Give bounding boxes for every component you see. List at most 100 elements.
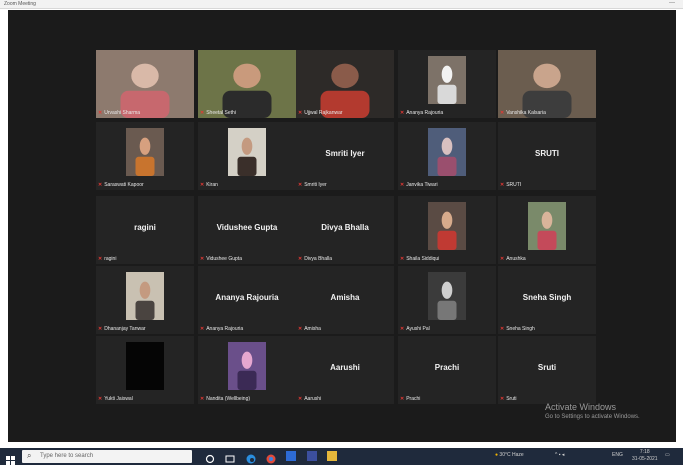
system-tray-icons[interactable]: ^ ▪ ◂ <box>555 452 564 458</box>
volume-icon[interactable]: ◂ <box>562 452 565 458</box>
watermark-subtitle: Go to Settings to activate Windows. <box>545 414 640 420</box>
mic-muted-icon: ✕ <box>298 396 303 402</box>
participant-display-name: ragini <box>134 223 156 232</box>
language-indicator[interactable]: ENG <box>612 452 623 458</box>
participant-video <box>126 272 164 320</box>
task-view-icon[interactable] <box>225 451 235 463</box>
participant-name-tag: ✕ Sneha Singh <box>500 326 535 332</box>
participant-tile[interactable]: Amisha ✕ Amisha <box>296 266 394 334</box>
participant-display-name: Divya Bhalla <box>321 223 369 232</box>
mic-muted-icon: ✕ <box>200 256 205 262</box>
participant-name-tag: ✕ Shaila Siddiqui <box>400 256 439 262</box>
participant-video <box>228 128 266 176</box>
mic-muted-icon: ✕ <box>500 326 505 332</box>
mic-muted-icon: ✕ <box>400 256 405 262</box>
cortana-icon[interactable] <box>205 451 215 464</box>
participant-tile[interactable]: ✕ Sheetal Sethi <box>198 50 296 118</box>
taskbar-search-input[interactable]: ⌕ Type here to search <box>22 450 192 463</box>
participant-name: Saraswati Kapoor <box>104 182 144 188</box>
participant-video <box>198 50 296 118</box>
chevron-up-icon[interactable]: ^ <box>555 452 557 458</box>
participant-tile[interactable]: ✕ Shaila Siddiqui <box>398 196 496 264</box>
participant-video <box>428 56 466 104</box>
participant-name: Sheetal Sethi <box>206 110 236 116</box>
participant-tile[interactable]: ✕ Janvika Tiwari <box>398 122 496 190</box>
weather-widget[interactable]: ● 30°C Haze <box>495 452 524 458</box>
participant-tile[interactable]: Sneha Singh ✕ Sneha Singh <box>498 266 596 334</box>
participant-name-tag: ✕ Aarushi <box>298 396 321 402</box>
participant-tile[interactable]: SRUTI ✕ SRUTI <box>498 122 596 190</box>
participant-tile[interactable]: Vidushee Gupta ✕ Vidushee Gupta <box>198 196 296 264</box>
participant-tile[interactable]: ✕ Anushka <box>498 196 596 264</box>
mic-muted-icon: ✕ <box>98 110 103 116</box>
clock[interactable]: 7:18 31-05-2021 <box>632 449 658 463</box>
participant-tile[interactable]: ✕ Dhananjay Tanwar <box>96 266 194 334</box>
participant-tile[interactable]: Ananya Rajouria ✕ Ananya Rajouria <box>198 266 296 334</box>
mic-muted-icon: ✕ <box>200 110 205 116</box>
participant-name: Ayushi Pal <box>406 326 430 332</box>
participant-tile[interactable]: Smriti Iyer ✕ Smriti Iyer <box>296 122 394 190</box>
participant-video <box>528 202 566 250</box>
participant-name: Ananya Rajouria <box>206 326 244 332</box>
participant-tile[interactable]: ✕ Nandita (Wellbeing) <box>198 336 296 404</box>
participant-tile[interactable]: ✕ Ananya Rajouria <box>398 50 496 118</box>
participant-tile[interactable]: Divya Bhalla ✕ Divya Bhalla <box>296 196 394 264</box>
participant-name: Urvashi Sharma <box>104 110 141 116</box>
participant-video <box>228 342 266 390</box>
participant-name: Ananya Rajouria <box>406 110 444 116</box>
participant-tile[interactable]: Sruti ✕ Sruti <box>498 336 596 404</box>
mic-muted-icon: ✕ <box>400 110 405 116</box>
participant-video <box>428 272 466 320</box>
participant-tile[interactable]: ✕ Urvashi Sharma <box>96 50 194 118</box>
file-explorer-icon[interactable] <box>327 451 337 461</box>
search-icon: ⌕ <box>27 451 32 460</box>
mic-muted-icon: ✕ <box>400 326 405 332</box>
participant-display-name: Smriti Iyer <box>325 149 365 158</box>
participant-name: SRUTI <box>506 182 522 188</box>
participant-name-tag: ✕ Urvashi Sharma <box>98 110 140 116</box>
participant-name: Shaila Siddiqui <box>406 256 440 262</box>
app-icon[interactable] <box>307 451 317 461</box>
participant-display-name: Prachi <box>434 363 460 372</box>
clock-date: 31-05-2021 <box>632 456 658 462</box>
participant-name-tag: ✕ Nandita (Wellbeing) <box>200 396 250 402</box>
windows-start-icon[interactable] <box>6 452 15 465</box>
mic-muted-icon: ✕ <box>298 182 303 188</box>
mic-muted-icon: ✕ <box>200 396 205 402</box>
notifications-icon[interactable]: ▭ <box>665 452 670 458</box>
gallery-view: ✕ Urvashi Sharma ✕ Sheetal Sethi ✕ Ujjwal Raj… <box>8 10 676 442</box>
activate-windows-watermark: Activate Windows Go to Settings to activ… <box>545 402 640 420</box>
chrome-icon[interactable] <box>266 451 276 464</box>
clock-time: 7:18 <box>639 449 650 455</box>
window-title-bar: Zoom Meeting — <box>0 0 683 9</box>
zoom-app-icon[interactable] <box>286 451 296 461</box>
participant-name: Aarushi <box>304 396 322 402</box>
participant-name: Kiran <box>206 182 218 188</box>
weather-text: 30°C Haze <box>499 452 524 458</box>
participant-tile[interactable]: ragini ✕ ragini <box>96 196 194 264</box>
mic-muted-icon: ✕ <box>500 110 505 116</box>
network-icon[interactable]: ▪ <box>559 452 561 458</box>
participant-tile[interactable]: ✕ Yukti Jaiswal <box>96 336 194 404</box>
participant-name-tag: ✕ Sruti <box>500 396 516 402</box>
participant-tile[interactable]: ✕ Vanshika Kalsaria <box>498 50 596 118</box>
participant-tile[interactable]: Prachi ✕ Prachi <box>398 336 496 404</box>
watermark-title: Activate Windows <box>545 402 617 412</box>
participant-name-tag: ✕ Janvika Tiwari <box>400 182 438 188</box>
participant-name-tag: ✕ Sheetal Sethi <box>200 110 236 116</box>
participant-name: Janvika Tiwari <box>406 182 438 188</box>
participant-tile[interactable]: Aarushi ✕ Aarushi <box>296 336 394 404</box>
mic-muted-icon: ✕ <box>98 256 103 262</box>
minimize-button[interactable]: — <box>669 0 675 6</box>
participant-tile[interactable]: ✕ Ujjwal Rajkanwar <box>296 50 394 118</box>
edge-icon[interactable] <box>246 451 256 464</box>
participant-name: Yukti Jaiswal <box>104 396 133 402</box>
participant-tile[interactable]: ✕ Ayushi Pal <box>398 266 496 334</box>
participant-tile[interactable]: ✕ Kiran <box>198 122 296 190</box>
participant-name-tag: ✕ Vidushee Gupta <box>200 256 242 262</box>
participant-name-tag: ✕ Ananya Rajouria <box>200 326 243 332</box>
participant-display-name: Vidushee Gupta <box>216 223 278 232</box>
participant-name-tag: ✕ Vanshika Kalsaria <box>500 110 546 116</box>
mic-muted-icon: ✕ <box>298 110 303 116</box>
participant-tile[interactable]: ✕ Saraswati Kapoor <box>96 122 194 190</box>
